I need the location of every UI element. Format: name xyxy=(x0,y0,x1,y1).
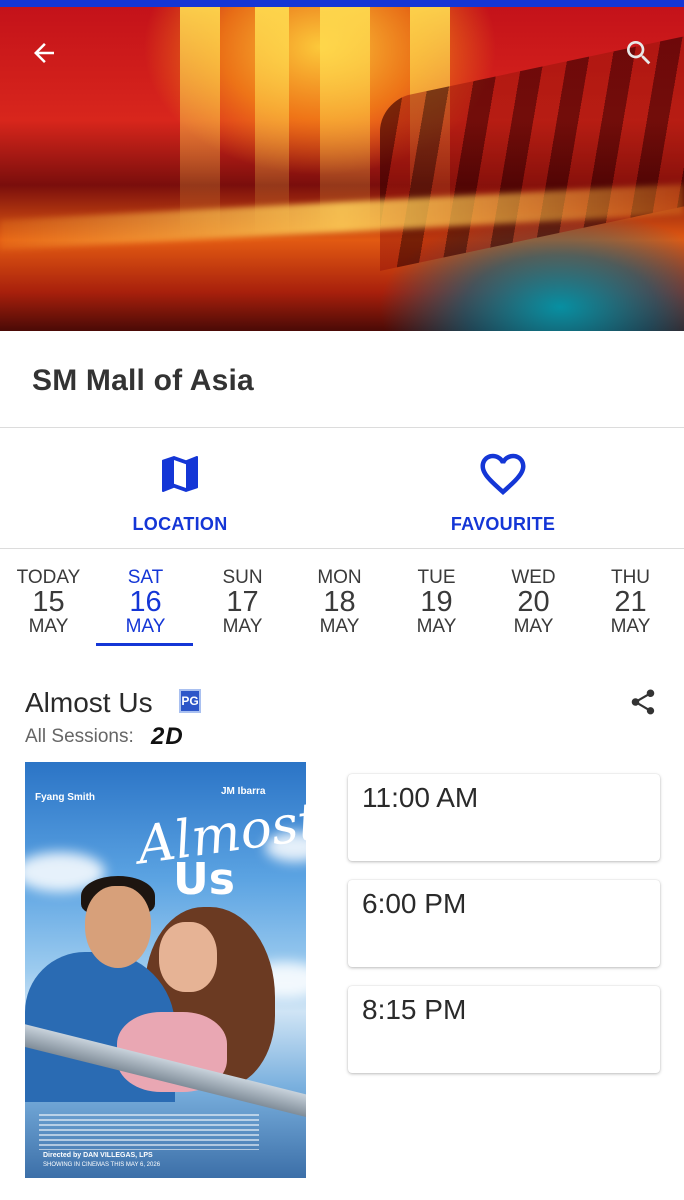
date-tab-mon[interactable]: MON 18 MAY xyxy=(291,549,388,646)
poster-showing-date: SHOWING IN CINEMAS THIS MAY 6, 2026 xyxy=(43,1162,161,1168)
sessions-label: All Sessions: xyxy=(25,726,134,747)
date-selector: TODAY 15 MAY SAT 16 MAY SUN 17 MAY MON 1… xyxy=(0,549,684,649)
date-weekday: WED xyxy=(511,567,556,588)
date-number: 18 xyxy=(323,586,356,618)
map-icon xyxy=(162,456,198,492)
heart-outline-icon xyxy=(480,453,526,496)
poster-actor-right: JM Ibarra xyxy=(221,786,266,797)
session-time-button[interactable]: 11:00 AM xyxy=(348,774,660,861)
poster-director: Directed by DAN VILLEGAS, LPS xyxy=(43,1152,153,1159)
date-weekday: SAT xyxy=(127,567,164,588)
date-weekday: TUE xyxy=(417,567,456,588)
date-tab-thu[interactable]: THU 21 MAY xyxy=(582,549,679,646)
share-icon xyxy=(631,689,655,715)
date-month: MAY xyxy=(125,616,166,637)
date-number: 21 xyxy=(614,586,647,618)
movie-title: Almost Us xyxy=(25,687,153,718)
date-number: 15 xyxy=(32,586,65,618)
poster-actor-left: Fyang Smith xyxy=(35,792,96,803)
date-weekday: THU xyxy=(610,567,651,588)
location-label: LOCATION xyxy=(132,514,228,534)
date-month: MAY xyxy=(28,616,69,637)
session-time-button[interactable]: 6:00 PM xyxy=(348,880,660,967)
light-beam xyxy=(255,7,289,237)
date-month: MAY xyxy=(319,616,360,637)
format-badge-2d: 2D xyxy=(151,723,184,750)
poster-credits-block xyxy=(39,1114,259,1150)
date-weekday: MON xyxy=(317,567,362,588)
cinema-name: SM Mall of Asia xyxy=(32,364,254,397)
date-tab-wed[interactable]: WED 20 MAY xyxy=(485,549,582,646)
date-month: MAY xyxy=(416,616,457,637)
session-time: 11:00 AM xyxy=(362,782,479,813)
date-weekday: TODAY xyxy=(16,567,81,588)
poster-figure xyxy=(159,922,217,992)
light-beam xyxy=(180,7,220,237)
favourite-label: FAVOURITE xyxy=(450,514,556,534)
date-number: 20 xyxy=(517,586,550,618)
poster-title-line2: Us xyxy=(173,854,235,905)
cinema-title-section: SM Mall of Asia xyxy=(0,331,684,428)
session-time: 8:15 PM xyxy=(362,994,467,1025)
favourite-button[interactable]: FAVOURITE xyxy=(418,428,588,549)
top-accent-bar xyxy=(0,0,684,7)
search-button[interactable] xyxy=(623,37,655,69)
date-tab-tue[interactable]: TUE 19 MAY xyxy=(388,549,485,646)
session-time: 6:00 PM xyxy=(362,888,467,919)
date-number: 19 xyxy=(420,586,453,618)
session-time-button[interactable]: 8:15 PM xyxy=(348,986,660,1073)
cinema-actions: LOCATION FAVOURITE xyxy=(0,428,684,549)
date-number: 17 xyxy=(226,586,259,618)
rating-badge: PG xyxy=(179,689,201,713)
cinema-hero-image xyxy=(0,7,684,331)
date-weekday: SUN xyxy=(222,567,263,588)
date-tab-sun[interactable]: SUN 17 MAY xyxy=(194,549,291,646)
search-icon xyxy=(627,41,651,65)
back-button[interactable] xyxy=(28,37,60,69)
location-button[interactable]: LOCATION xyxy=(95,428,265,549)
date-number: 16 xyxy=(129,586,162,618)
movie-poster[interactable]: Fyang Smith JM Ibarra Almost Us Directed… xyxy=(25,762,306,1178)
date-month: MAY xyxy=(513,616,554,637)
date-month: MAY xyxy=(222,616,263,637)
share-button[interactable] xyxy=(628,687,658,717)
poster-figure xyxy=(85,886,151,968)
date-tab-sat[interactable]: SAT 16 MAY xyxy=(97,549,194,646)
selected-date-indicator xyxy=(96,643,193,646)
arrow-left-icon xyxy=(34,43,54,63)
date-month: MAY xyxy=(610,616,651,637)
date-tab-today[interactable]: TODAY 15 MAY xyxy=(0,549,97,646)
